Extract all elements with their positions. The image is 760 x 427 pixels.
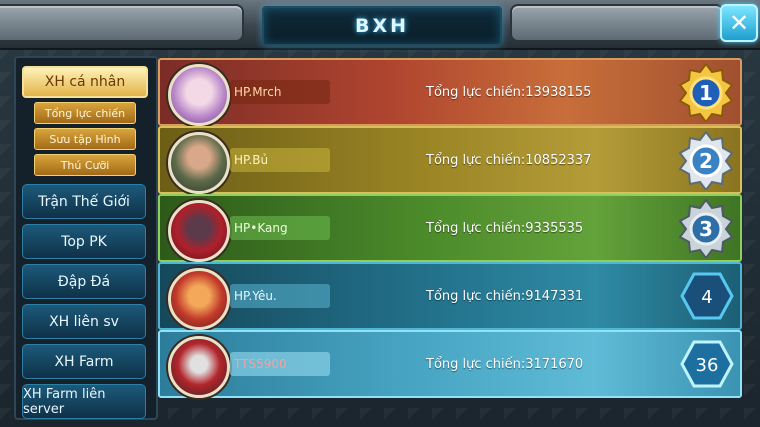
tab-tran-the-gioi[interactable]: Trận Thế Giới [22,184,146,219]
rank-number: 1 [699,81,713,105]
tab-label: XH Farm liên server [23,386,106,417]
rank-hexagon-icon: 4 [680,272,734,320]
subtab-tong-luc-chien[interactable]: Tổng lực chiến [34,102,136,124]
left-menu: XH cá nhân Tổng lực chiến Sưu tập Hình T… [14,56,158,420]
combat-power: Tổng lực chiến:13938155 [426,84,592,100]
player-name: HP.Yêu. [230,284,330,308]
avatar [168,132,230,194]
top-bar: BXH ✕ [0,0,760,50]
bronze-medal-icon: 3 [678,198,734,258]
subtab-label: Tổng lực chiến [44,106,126,120]
close-button[interactable]: ✕ [720,4,758,42]
combat-power: Tổng lực chiến:10852337 [426,152,592,168]
gold-medal-icon: 1 [678,62,734,122]
subtab-label: Thú Cưỡi [60,158,110,172]
subtab-suu-tap-hinh[interactable]: Sưu tập Hình [34,128,136,150]
rank-number: 36 [696,355,719,376]
tab-xh-farm-lien-server[interactable]: XH Farm liên server [22,384,146,419]
player-name: HP.Mrch [230,80,330,104]
avatar [168,200,230,262]
player-name: HP.Bủ [230,148,330,172]
tab-xh-ca-nhan[interactable]: XH cá nhân [22,66,148,98]
tab-label: XH Farm [54,353,114,370]
tab-label: Trận Thế Giới [38,193,130,210]
subtab-thu-cuoi[interactable]: Thú Cưỡi [34,154,136,176]
tab-label: XH cá nhân [44,74,126,90]
combat-power: Tổng lực chiến:3171670 [426,356,584,372]
player-name: TTS5900 [230,352,330,376]
page-title: BXH [354,15,410,37]
avatar [168,268,230,330]
ranking-row[interactable]: HP.Yêu. Tổng lực chiến:9147331 4 [158,262,742,330]
ranking-row[interactable]: HP.Mrch Tổng lực chiến:13938155 1 [158,58,742,126]
metal-plate-right [510,4,724,42]
silver-medal-icon: 2 [678,130,734,190]
close-icon: ✕ [728,9,750,37]
ranking-row[interactable]: HP•Kang Tổng lực chiến:9335535 3 [158,194,742,262]
tab-label: XH liên sv [49,313,119,330]
tab-top-pk[interactable]: Top PK [22,224,146,259]
tab-label: Top PK [61,233,107,250]
combat-power: Tổng lực chiến:9147331 [426,288,584,304]
rank-hexagon-icon: 36 [680,340,734,388]
avatar [168,336,230,398]
combat-power: Tổng lực chiến:9335535 [426,220,584,236]
avatar [168,64,230,126]
rank-number: 4 [701,287,712,308]
tab-xh-farm[interactable]: XH Farm [22,344,146,379]
ranking-row-self[interactable]: TTS5900 Tổng lực chiến:3171670 36 [158,330,742,398]
rank-number: 3 [699,217,713,241]
ranking-row[interactable]: HP.Bủ Tổng lực chiến:10852337 2 [158,126,742,194]
player-name: HP•Kang [230,216,330,240]
title-box: BXH [262,6,502,46]
metal-plate-left [0,4,244,42]
subtab-label: Sưu tập Hình [49,132,121,146]
tab-xh-lien-sv[interactable]: XH liên sv [22,304,146,339]
rank-number: 2 [699,149,713,173]
tab-dap-da[interactable]: Đập Đá [22,264,146,299]
tab-label: Đập Đá [57,273,111,290]
